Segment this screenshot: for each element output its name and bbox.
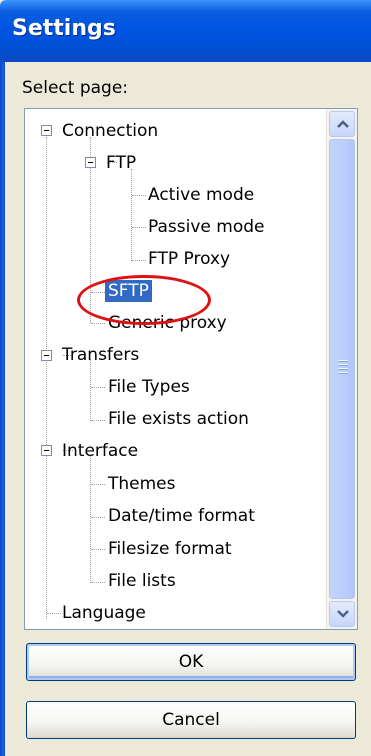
collapse-interface-icon[interactable] xyxy=(41,445,52,456)
tree-node-connection[interactable]: Connection xyxy=(59,120,161,142)
scroll-grip-icon xyxy=(338,360,348,376)
tree-line xyxy=(91,323,105,325)
tree-line xyxy=(91,582,105,584)
tree-line xyxy=(132,195,146,197)
scroll-down-button[interactable] xyxy=(329,601,355,627)
collapse-ftp-icon[interactable] xyxy=(85,157,96,168)
settings-tree[interactable]: Connection FTP Active mode Passive mode … xyxy=(24,108,358,630)
tree-line xyxy=(132,227,146,229)
tree-line xyxy=(132,260,146,262)
scroll-up-button[interactable] xyxy=(329,111,355,137)
tree-node-sftp[interactable]: SFTP xyxy=(105,280,152,302)
tree-line xyxy=(46,137,48,619)
chevron-up-icon xyxy=(337,120,349,128)
tree-node-ftp[interactable]: FTP xyxy=(103,152,139,174)
tree-line xyxy=(91,517,105,519)
collapse-transfers-icon[interactable] xyxy=(41,350,52,361)
tree-line xyxy=(90,455,92,583)
tree-line xyxy=(91,484,105,486)
chevron-down-icon xyxy=(337,610,349,618)
tree-node-file-lists[interactable]: File lists xyxy=(105,570,179,592)
tree-node-filesize-format[interactable]: Filesize format xyxy=(105,538,235,560)
tree-node-interface[interactable]: Interface xyxy=(59,440,141,462)
tree-node-datetime-format[interactable]: Date/time format xyxy=(105,505,258,527)
tree-content: Connection FTP Active mode Passive mode … xyxy=(25,109,325,629)
cancel-button[interactable]: Cancel xyxy=(26,701,356,739)
tree-node-themes[interactable]: Themes xyxy=(105,473,179,495)
tree-line xyxy=(91,420,105,422)
tree-node-active-mode[interactable]: Active mode xyxy=(145,184,257,206)
select-page-label: Select page: xyxy=(22,78,129,98)
scroll-thumb[interactable] xyxy=(329,139,355,599)
tree-node-ftp-proxy[interactable]: FTP Proxy xyxy=(145,248,233,270)
ok-button[interactable]: OK xyxy=(26,643,356,681)
collapse-connection-icon[interactable] xyxy=(41,125,52,136)
tree-line xyxy=(91,549,105,551)
tree-line xyxy=(91,387,105,389)
tree-node-file-exists-action[interactable]: File exists action xyxy=(105,408,252,430)
tree-node-passive-mode[interactable]: Passive mode xyxy=(145,216,267,238)
tree-line xyxy=(91,292,105,294)
tree-node-file-types[interactable]: File Types xyxy=(105,376,193,398)
tree-node-transfers[interactable]: Transfers xyxy=(59,344,142,366)
tree-node-generic-proxy[interactable]: Generic proxy xyxy=(105,312,230,334)
title-bar[interactable]: Settings xyxy=(0,0,371,62)
settings-window: Settings Select page: Connection FTP Act… xyxy=(0,0,371,756)
tree-node-language[interactable]: Language xyxy=(59,602,149,624)
window-title: Settings xyxy=(12,16,116,41)
window-left-border xyxy=(0,62,5,756)
tree-scrollbar[interactable] xyxy=(326,109,357,629)
tree-line xyxy=(131,169,133,261)
tree-line xyxy=(90,359,92,421)
